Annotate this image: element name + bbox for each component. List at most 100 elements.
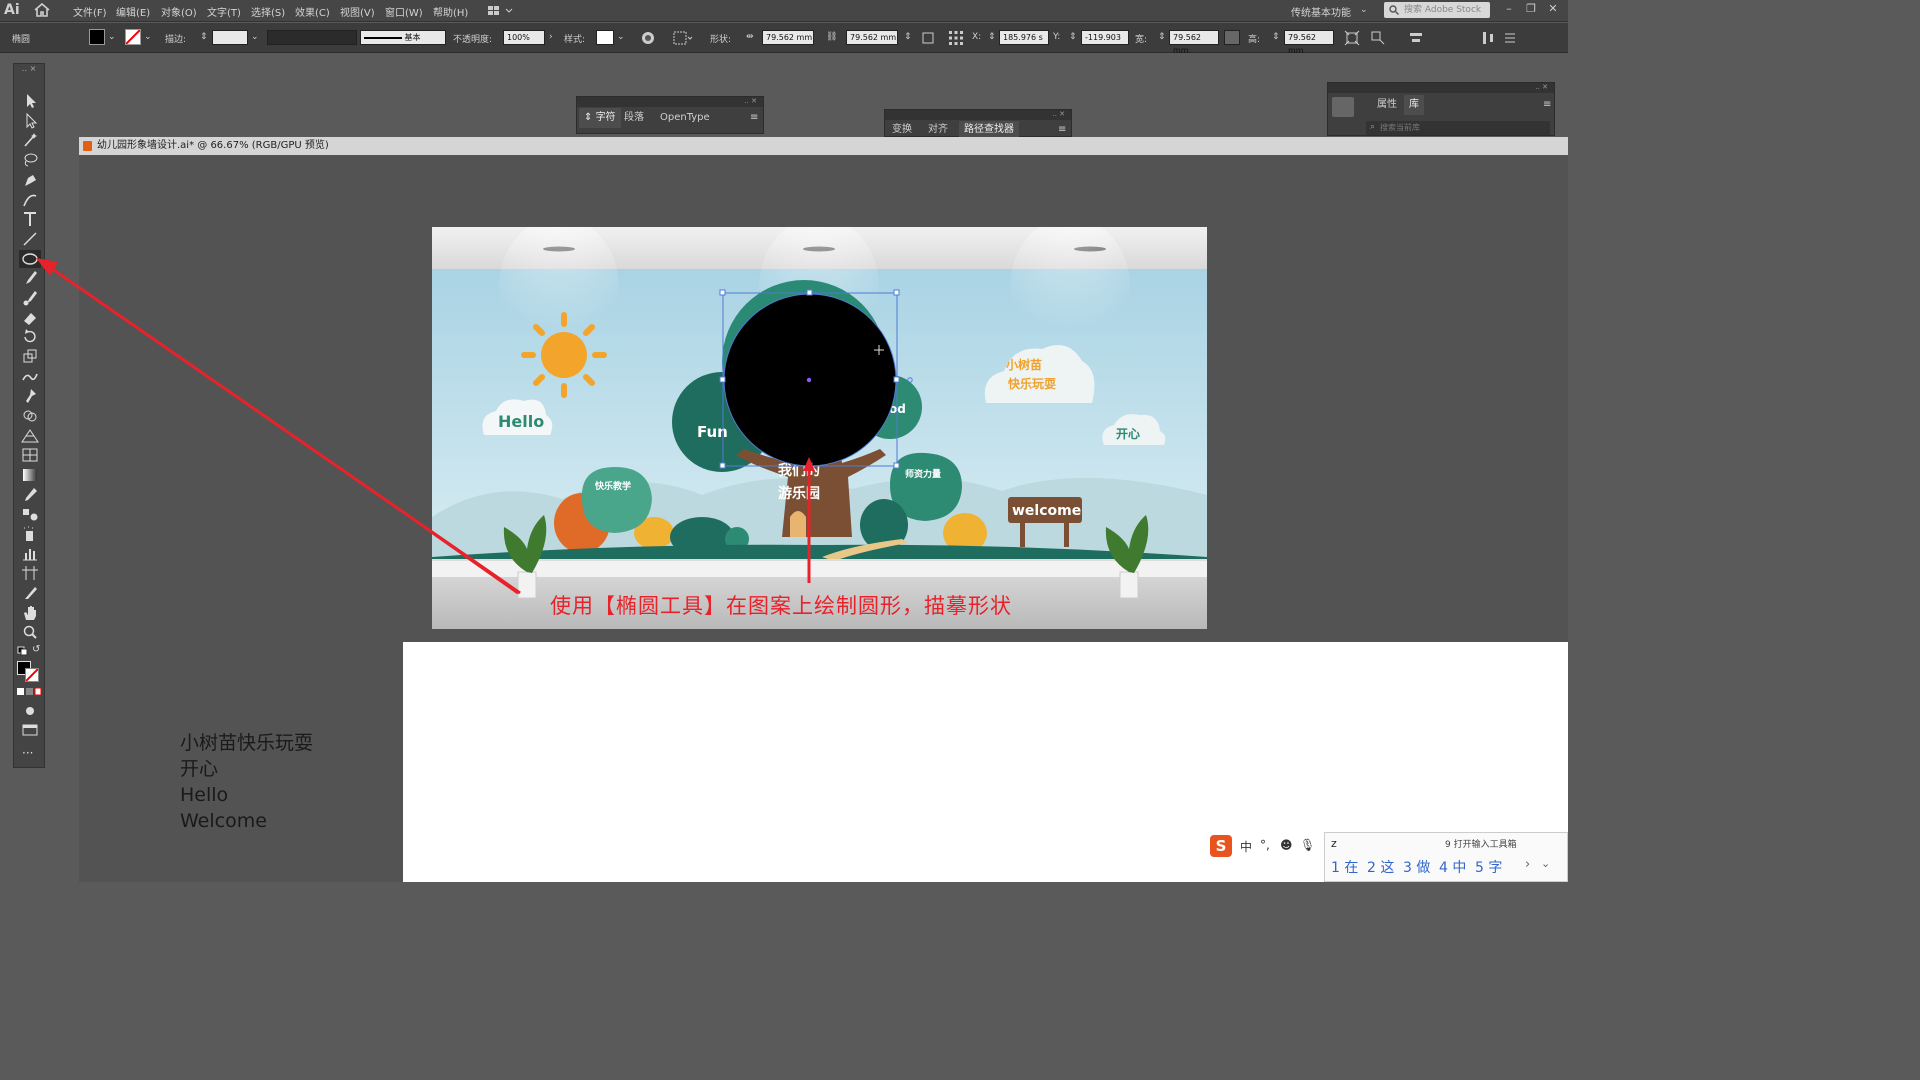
- menu-object[interactable]: 对象(O): [161, 4, 197, 19]
- minimize-icon[interactable]: –: [1500, 2, 1518, 18]
- reference-artwork[interactable]: Hello 小树苗 快乐玩耍 开心 Fun od 我们的 游乐园 快乐教学 师资…: [432, 227, 1207, 629]
- width-input[interactable]: 79.562 mm: [1169, 30, 1219, 55]
- height-stepper-icon[interactable]: ⇕: [1272, 32, 1280, 42]
- stroke-chevron-icon[interactable]: ⌄: [144, 32, 152, 42]
- distribute-icon[interactable]: [1480, 30, 1496, 46]
- ime-candidate-3[interactable]: 3 做: [1403, 857, 1430, 877]
- y-stepper-icon[interactable]: ⇕: [1069, 32, 1077, 42]
- fill-chevron-icon[interactable]: ⌄: [108, 32, 116, 42]
- tab-align[interactable]: 对齐: [923, 121, 953, 138]
- ime-candidate-5[interactable]: 5 字: [1475, 857, 1502, 877]
- close-icon[interactable]: ✕: [1544, 2, 1562, 18]
- screen-mode-icon[interactable]: [19, 721, 41, 739]
- eraser-tool-icon[interactable]: [19, 309, 41, 327]
- slice-tool-icon[interactable]: [19, 584, 41, 602]
- isolate-icon[interactable]: [1370, 30, 1386, 46]
- constrain-proportions-icon[interactable]: ⛓: [826, 32, 837, 42]
- align-panel-menu-icon[interactable]: ≡: [1053, 121, 1071, 138]
- magic-wand-tool-icon[interactable]: [19, 131, 41, 149]
- transform-box-icon[interactable]: [920, 30, 936, 46]
- lasso-tool-icon[interactable]: [19, 151, 41, 169]
- eyedropper-tool-icon[interactable]: [19, 486, 41, 504]
- drawing-mode-icon[interactable]: [19, 702, 41, 720]
- warp-tool-icon[interactable]: [19, 368, 41, 386]
- menu-select[interactable]: 选择(S): [251, 4, 285, 19]
- pen-tool-icon[interactable]: [19, 171, 41, 189]
- menu-window[interactable]: 窗口(W): [385, 4, 423, 19]
- menu-file[interactable]: 文件(F): [73, 4, 107, 19]
- type-tool-icon[interactable]: [19, 210, 41, 228]
- gradient-tool-icon[interactable]: [19, 466, 41, 484]
- character-panel-menu-icon[interactable]: ≡: [745, 108, 763, 128]
- sogou-logo-icon[interactable]: S: [1210, 835, 1232, 857]
- text-block[interactable]: 小树苗快乐玩耍 开心 Hello Welcome: [180, 730, 313, 834]
- menu-effect[interactable]: 效果(C): [295, 4, 330, 19]
- stroke-weight-chevron-icon[interactable]: ⌄: [251, 32, 259, 42]
- panel-menu-icon[interactable]: [1502, 30, 1518, 46]
- align-icon[interactable]: [1408, 30, 1424, 46]
- tab-paragraph[interactable]: 段落: [619, 108, 649, 128]
- ime-candidate-1[interactable]: 1 在: [1331, 857, 1358, 877]
- properties-panel-menu-icon[interactable]: ≡: [1538, 95, 1556, 115]
- shape-width-input[interactable]: 79.562 mm: [762, 30, 814, 45]
- transform-icon[interactable]: [1344, 30, 1360, 46]
- perspective-grid-tool-icon[interactable]: [19, 427, 41, 445]
- restore-icon[interactable]: ❐: [1522, 2, 1540, 18]
- ime-candidate-4[interactable]: 4 中: [1439, 857, 1466, 877]
- ellipse-tool-icon[interactable]: [19, 250, 41, 268]
- shape-height-input[interactable]: 79.562 mm: [846, 30, 898, 45]
- ime-toolbox-hint[interactable]: 9 打开输入工具箱: [1445, 837, 1517, 850]
- menu-type[interactable]: 文字(T): [207, 4, 241, 19]
- variable-width-profile[interactable]: [267, 30, 357, 45]
- tab-pathfinder[interactable]: 路径查找器: [959, 121, 1019, 138]
- home-icon[interactable]: [34, 3, 50, 17]
- selection-tool-icon[interactable]: [19, 92, 41, 110]
- blob-brush-tool-icon[interactable]: [19, 289, 41, 307]
- document-tab[interactable]: 幼儿园形象墙设计.ai* @ 66.67% (RGB/GPU 预览): [79, 137, 1568, 155]
- brush-definition-select[interactable]: 基本: [360, 30, 446, 45]
- shape-builder-tool-icon[interactable]: [19, 407, 41, 425]
- color-mode-icon[interactable]: [17, 687, 42, 696]
- ime-candidate-2[interactable]: 2 这: [1367, 857, 1394, 877]
- direct-selection-tool-icon[interactable]: [19, 112, 41, 130]
- menu-edit[interactable]: 编辑(E): [116, 4, 150, 19]
- ime-expand-icon[interactable]: ⌄: [1541, 857, 1550, 870]
- menu-view[interactable]: 视图(V): [340, 4, 375, 19]
- library-search-input[interactable]: 搜索当前库: [1366, 121, 1550, 135]
- fill-swatch[interactable]: [89, 29, 105, 45]
- stock-search-input[interactable]: 搜索 Adobe Stock: [1384, 2, 1490, 18]
- blend-tool-icon[interactable]: [19, 505, 41, 523]
- column-graph-tool-icon[interactable]: [19, 545, 41, 563]
- mesh-tool-icon[interactable]: [19, 446, 41, 464]
- style-chevron-icon[interactable]: ⌄: [617, 32, 625, 42]
- height-input[interactable]: 79.562 mm: [1284, 30, 1334, 55]
- properties-panel-close-icon[interactable]: ‥ ✕: [1328, 83, 1554, 93]
- arrange-documents-icon[interactable]: [487, 4, 515, 18]
- tab-libraries[interactable]: 库: [1404, 95, 1424, 115]
- opacity-arrow-icon[interactable]: ›: [549, 32, 553, 42]
- default-fill-stroke-icon[interactable]: [17, 646, 29, 656]
- tools-collapse-icon[interactable]: ‥ ×: [14, 64, 44, 74]
- ime-next-page-icon[interactable]: ›: [1525, 857, 1530, 872]
- artboard-tool-icon[interactable]: [19, 564, 41, 582]
- scale-tool-icon[interactable]: [19, 348, 41, 366]
- tab-opentype[interactable]: OpenType: [655, 108, 715, 128]
- link-proportions-icon[interactable]: [1224, 30, 1240, 45]
- x-stepper-icon[interactable]: ⇕: [988, 32, 996, 42]
- line-segment-tool-icon[interactable]: [19, 230, 41, 248]
- ime-voice-icon[interactable]: 🎙: [1300, 838, 1315, 852]
- tab-character[interactable]: ⇕ 字符: [579, 108, 621, 128]
- workspace-chevron-icon[interactable]: ⌄: [1360, 5, 1368, 15]
- reference-point-icon[interactable]: [948, 30, 964, 46]
- swap-fill-stroke-icon[interactable]: ↺: [32, 644, 40, 655]
- rotate-tool-icon[interactable]: [19, 328, 41, 346]
- recolor-artwork-icon[interactable]: [640, 30, 656, 46]
- y-input[interactable]: -119.903: [1081, 30, 1129, 45]
- stroke-stepper-icon[interactable]: ⇕: [200, 32, 208, 42]
- ime-language-mode[interactable]: 中: [1240, 838, 1252, 855]
- paintbrush-tool-icon[interactable]: [19, 269, 41, 287]
- x-input[interactable]: 185.976 s: [999, 30, 1049, 45]
- menu-help[interactable]: 帮助(H): [433, 4, 468, 19]
- symbol-sprayer-tool-icon[interactable]: [19, 525, 41, 543]
- align-to-icon[interactable]: [672, 30, 694, 46]
